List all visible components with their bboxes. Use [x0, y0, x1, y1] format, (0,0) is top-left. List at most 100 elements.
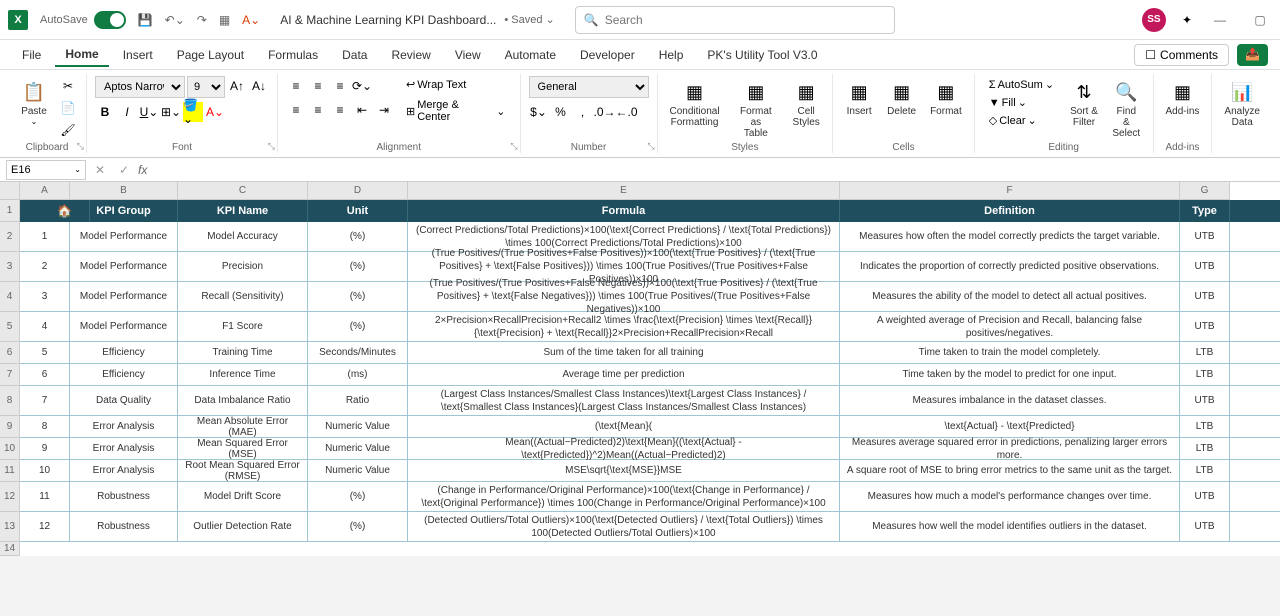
cell-num[interactable]: 10: [20, 460, 70, 481]
grid-icon[interactable]: ▦: [219, 13, 230, 27]
cell-formula[interactable]: 2×Precision×RecallPrecision+Recall2 \tim…: [408, 312, 840, 341]
row-header[interactable]: 3: [0, 252, 20, 282]
name-box[interactable]: E16⌄: [6, 160, 86, 180]
cell-name[interactable]: Precision: [178, 252, 308, 281]
cell-unit[interactable]: (%): [308, 252, 408, 281]
col-header-f[interactable]: F: [840, 182, 1180, 200]
cell-name[interactable]: Outlier Detection Rate: [178, 512, 308, 541]
cell-definition[interactable]: Measures the ability of the model to det…: [840, 282, 1180, 311]
tab-view[interactable]: View: [445, 44, 491, 66]
cut-icon[interactable]: ✂: [58, 76, 78, 96]
cell-definition[interactable]: Measures how much a model's performance …: [840, 482, 1180, 511]
cell-definition[interactable]: A square root of MSE to bring error metr…: [840, 460, 1180, 481]
row-header[interactable]: 13: [0, 512, 20, 542]
format-button[interactable]: ▦ Format: [926, 76, 966, 119]
cancel-formula-icon[interactable]: ✕: [90, 163, 110, 177]
select-all-corner[interactable]: [0, 182, 20, 200]
autosave-toggle[interactable]: [94, 11, 126, 29]
cell-formula[interactable]: Sum of the time taken for all training: [408, 342, 840, 363]
orientation-icon[interactable]: ⟳⌄: [352, 76, 372, 96]
tab-page-layout[interactable]: Page Layout: [167, 44, 254, 66]
row-header[interactable]: 11: [0, 460, 20, 482]
comma-icon[interactable]: ,: [573, 102, 593, 122]
cell-name[interactable]: Model Accuracy: [178, 222, 308, 251]
cell-unit[interactable]: (ms): [308, 364, 408, 385]
cell-formula[interactable]: Average time per prediction: [408, 364, 840, 385]
conditional-formatting-button[interactable]: ▦ Conditional Formatting: [666, 76, 724, 130]
saved-label[interactable]: • Saved ⌄: [504, 13, 554, 26]
tab-review[interactable]: Review: [381, 44, 440, 66]
row-header[interactable]: 10: [0, 438, 20, 460]
cell-formula[interactable]: (Change in Performance/Original Performa…: [408, 482, 840, 511]
cell-group[interactable]: Model Performance: [70, 312, 178, 341]
cell-unit[interactable]: Ratio: [308, 386, 408, 415]
cell-group[interactable]: Error Analysis: [70, 460, 178, 481]
cell-name[interactable]: F1 Score: [178, 312, 308, 341]
cell-formula[interactable]: (Largest Class Instances/Smallest Class …: [408, 386, 840, 415]
col-header-g[interactable]: G: [1180, 182, 1230, 200]
number-format-select[interactable]: General: [529, 76, 649, 98]
increase-decimal-icon[interactable]: .0→: [595, 102, 615, 122]
cell-name[interactable]: Training Time: [178, 342, 308, 363]
cell-num[interactable]: 2: [20, 252, 70, 281]
cell-formula[interactable]: (Detected Outliers/Total Outliers)×100(\…: [408, 512, 840, 541]
cell-formula[interactable]: (True Positives/(True Positives+False Ne…: [408, 282, 840, 311]
increase-indent-icon[interactable]: ⇥: [374, 100, 394, 120]
align-middle-icon[interactable]: ≡: [308, 76, 328, 96]
decrease-indent-icon[interactable]: ⇤: [352, 100, 372, 120]
cell-group[interactable]: Model Performance: [70, 222, 178, 251]
font-launcher[interactable]: ⤡: [268, 141, 275, 152]
autosum-button[interactable]: Σ AutoSum ⌄: [983, 76, 1060, 93]
row-header[interactable]: 4: [0, 282, 20, 312]
analyze-data-button[interactable]: 📊 Analyze Data: [1220, 76, 1264, 130]
row-header[interactable]: 7: [0, 364, 20, 386]
cell-unit[interactable]: Numeric Value: [308, 416, 408, 437]
enter-formula-icon[interactable]: ✓: [114, 163, 134, 177]
merge-center-button[interactable]: ⊞ Merge & Center ⌄: [400, 97, 512, 125]
cell-type[interactable]: UTB: [1180, 386, 1230, 415]
decrease-decimal-icon[interactable]: ←.0: [617, 102, 637, 122]
cell-type[interactable]: UTB: [1180, 252, 1230, 281]
wrap-text-button[interactable]: ↩ Wrap Text: [400, 76, 512, 93]
align-top-icon[interactable]: ≡: [286, 76, 306, 96]
border-icon[interactable]: ⊞⌄: [161, 102, 181, 122]
cell-name[interactable]: Mean Squared Error (MSE): [178, 438, 308, 459]
comments-button[interactable]: ☐ Comments: [1134, 44, 1229, 66]
cell-unit[interactable]: (%): [308, 222, 408, 251]
row-header[interactable]: 1: [0, 200, 20, 222]
row-header[interactable]: 9: [0, 416, 20, 438]
search-input[interactable]: [605, 13, 886, 27]
align-bottom-icon[interactable]: ≡: [330, 76, 350, 96]
fill-button[interactable]: ▼ Fill ⌄: [983, 94, 1060, 111]
cell-type[interactable]: LTB: [1180, 342, 1230, 363]
cell-definition[interactable]: \text{Actual} - \text{Predicted}: [840, 416, 1180, 437]
cell-group[interactable]: Robustness: [70, 512, 178, 541]
cell-type[interactable]: UTB: [1180, 222, 1230, 251]
cell-group[interactable]: Model Performance: [70, 282, 178, 311]
row-header[interactable]: 5: [0, 312, 20, 342]
clipboard-launcher[interactable]: ⤡: [77, 141, 84, 152]
tab-pk-utility[interactable]: PK's Utility Tool V3.0: [697, 44, 827, 66]
cell-num[interactable]: 11: [20, 482, 70, 511]
copy-icon[interactable]: 📄: [58, 98, 78, 118]
cell-type[interactable]: LTB: [1180, 416, 1230, 437]
tab-file[interactable]: File: [12, 44, 51, 66]
font-select[interactable]: Aptos Narrow: [95, 76, 185, 98]
row-header[interactable]: 12: [0, 482, 20, 512]
cell-definition[interactable]: Measures how well the model identifies o…: [840, 512, 1180, 541]
cell-type[interactable]: LTB: [1180, 460, 1230, 481]
format-as-table-button[interactable]: ▦ Format as Table: [730, 76, 783, 141]
col-header-d[interactable]: D: [308, 182, 408, 200]
cell-num[interactable]: 6: [20, 364, 70, 385]
cell-definition[interactable]: Time taken to train the model completely…: [840, 342, 1180, 363]
cell-group[interactable]: Error Analysis: [70, 416, 178, 437]
cell-type[interactable]: UTB: [1180, 512, 1230, 541]
decrease-font-icon[interactable]: A↓: [249, 76, 269, 96]
cell-group[interactable]: Efficiency: [70, 364, 178, 385]
row-header[interactable]: 8: [0, 386, 20, 416]
cell-type[interactable]: UTB: [1180, 282, 1230, 311]
cell-formula[interactable]: Mean((Actual−Predicted)2)\text{Mean}((\t…: [408, 438, 840, 459]
font-color-icon[interactable]: A⌄: [242, 13, 260, 27]
fx-label[interactable]: fx: [138, 163, 147, 177]
cell-unit[interactable]: (%): [308, 512, 408, 541]
